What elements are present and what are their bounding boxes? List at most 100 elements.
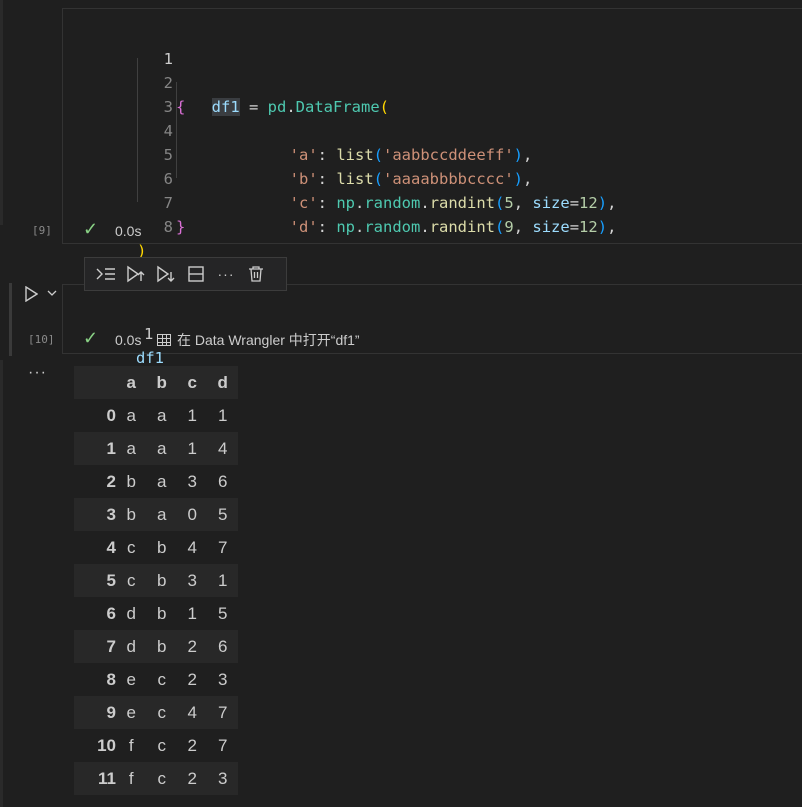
code-token: randint [429, 218, 496, 236]
code-token: random [364, 218, 421, 236]
column-header: b [146, 366, 177, 399]
code-token: . [286, 98, 296, 116]
code-token: df1 [211, 98, 240, 116]
table-cell: 1 [177, 399, 208, 432]
table-row: 11 f c 2 3 [74, 762, 238, 795]
dataframe-output: a b c d 0aa111aa142ba363ba054cb475cb316d… [74, 366, 238, 795]
cell-1-execution-count: [9] [32, 224, 52, 237]
code-token: pd [267, 98, 287, 116]
table-cell: a [146, 465, 177, 498]
table-cell: 2 [177, 729, 208, 762]
code-line: 1 df1 = pd.DataFrame( [64, 23, 389, 116]
table-row: 4cb47 [74, 531, 238, 564]
table-cell: e [116, 696, 147, 729]
table-cell: c [146, 762, 177, 795]
table-cell: b [116, 498, 147, 531]
code-line: 8 ) [64, 191, 173, 260]
code-token: DataFrame [295, 98, 380, 116]
row-index: 0 [74, 399, 116, 432]
line-number: 2 [163, 74, 173, 92]
table-cell: 3 [207, 663, 238, 696]
table-row: 5cb31 [74, 564, 238, 597]
code-cell-1[interactable]: 1 df1 = pd.DataFrame( 2 { 3 'a': list('a… [62, 8, 802, 260]
table-row: 7db26 [74, 630, 238, 663]
code-line: 2 { [64, 47, 186, 116]
table-cell: f [116, 762, 147, 795]
cell-1-duration: 0.0s [115, 223, 142, 239]
output-menu-icon[interactable]: ··· [28, 364, 47, 382]
table-cell: c [146, 663, 177, 696]
table-cell: b [146, 564, 177, 597]
table-cell: d [116, 597, 147, 630]
table-cell: 3 [177, 564, 208, 597]
table-cell: 1 [177, 432, 208, 465]
code-token: , [513, 218, 533, 236]
table-cell: 1 [177, 597, 208, 630]
code-token: . [355, 218, 365, 236]
table-cell: 3 [207, 762, 238, 795]
table-cell: 2 [177, 762, 208, 795]
table-cell: 6 [207, 630, 238, 663]
code-token: size [532, 218, 570, 236]
cell-1-editor[interactable]: 1 df1 = pd.DataFrame( 2 { 3 'a': list('a… [64, 10, 802, 260]
table-cell: a [146, 498, 177, 531]
table-cell: 1 [207, 399, 238, 432]
table-cell: c [146, 729, 177, 762]
code-token: , [607, 218, 617, 236]
code-line: 4 'b': list('aaaabbbbcccc'), [64, 95, 533, 188]
gutter-bar [0, 0, 3, 225]
row-index: 3 [74, 498, 116, 531]
split-cell-icon[interactable] [181, 260, 211, 288]
table-cell: c [146, 696, 177, 729]
row-index: 10 [74, 729, 116, 762]
chevron-down-icon[interactable] [47, 288, 57, 301]
table-cell: 1 [207, 564, 238, 597]
data-wrangler-link[interactable]: 在 Data Wrangler 中打开“df1” [157, 329, 360, 351]
more-actions-icon[interactable]: ··· [211, 260, 241, 288]
table-cell: 5 [207, 597, 238, 630]
cell-selection-indicator [9, 283, 12, 356]
code-token: ( [495, 218, 505, 236]
column-header: d [207, 366, 238, 399]
table-cell: b [146, 597, 177, 630]
code-cell-2[interactable]: 1 df1 ✓ 0.0s 在 Data Wrangler 中打开“df1” [62, 284, 802, 367]
code-token: np [336, 218, 355, 236]
run-by-line-icon[interactable] [91, 260, 121, 288]
data-wrangler-label: 在 Data Wrangler 中打开“df1” [177, 332, 360, 348]
line-number: 3 [163, 98, 173, 116]
row-index: 8 [74, 663, 116, 696]
table-cell: 0 [177, 498, 208, 531]
index-header [74, 366, 116, 399]
code-token: } [176, 218, 186, 236]
table-cell: b [116, 465, 147, 498]
table-row: 6db15 [74, 597, 238, 630]
code-token: 12 [579, 218, 598, 236]
table-cell: e [116, 663, 147, 696]
gutter-bar [0, 360, 3, 807]
table-cell: 7 [207, 696, 238, 729]
table-cell: 3 [177, 465, 208, 498]
execute-above-icon[interactable] [121, 260, 151, 288]
delete-icon[interactable] [241, 260, 271, 288]
table-cell: d [116, 630, 147, 663]
table-cell: 5 [207, 498, 238, 531]
line-number: 5 [163, 146, 173, 164]
code-token: { [176, 98, 186, 116]
code-line: 6 'd': np.random.randint(9, size=12), [64, 143, 617, 236]
row-index: 1 [74, 432, 116, 465]
table-cell: 6 [207, 465, 238, 498]
row-index: 7 [74, 630, 116, 663]
table-cell: a [146, 432, 177, 465]
code-line: 1 df1 [63, 298, 164, 367]
code-token: = [569, 218, 580, 236]
table-row: 1aa14 [74, 432, 238, 465]
code-token: 'd' [289, 218, 318, 236]
table-cell: 7 [207, 729, 238, 762]
table-cell: c [116, 564, 147, 597]
line-number: 1 [163, 50, 173, 68]
execute-below-icon[interactable] [151, 260, 181, 288]
run-cell-icon[interactable] [24, 285, 39, 307]
table-cell: b [146, 531, 177, 564]
column-header: c [177, 366, 208, 399]
table-cell: 2 [177, 630, 208, 663]
